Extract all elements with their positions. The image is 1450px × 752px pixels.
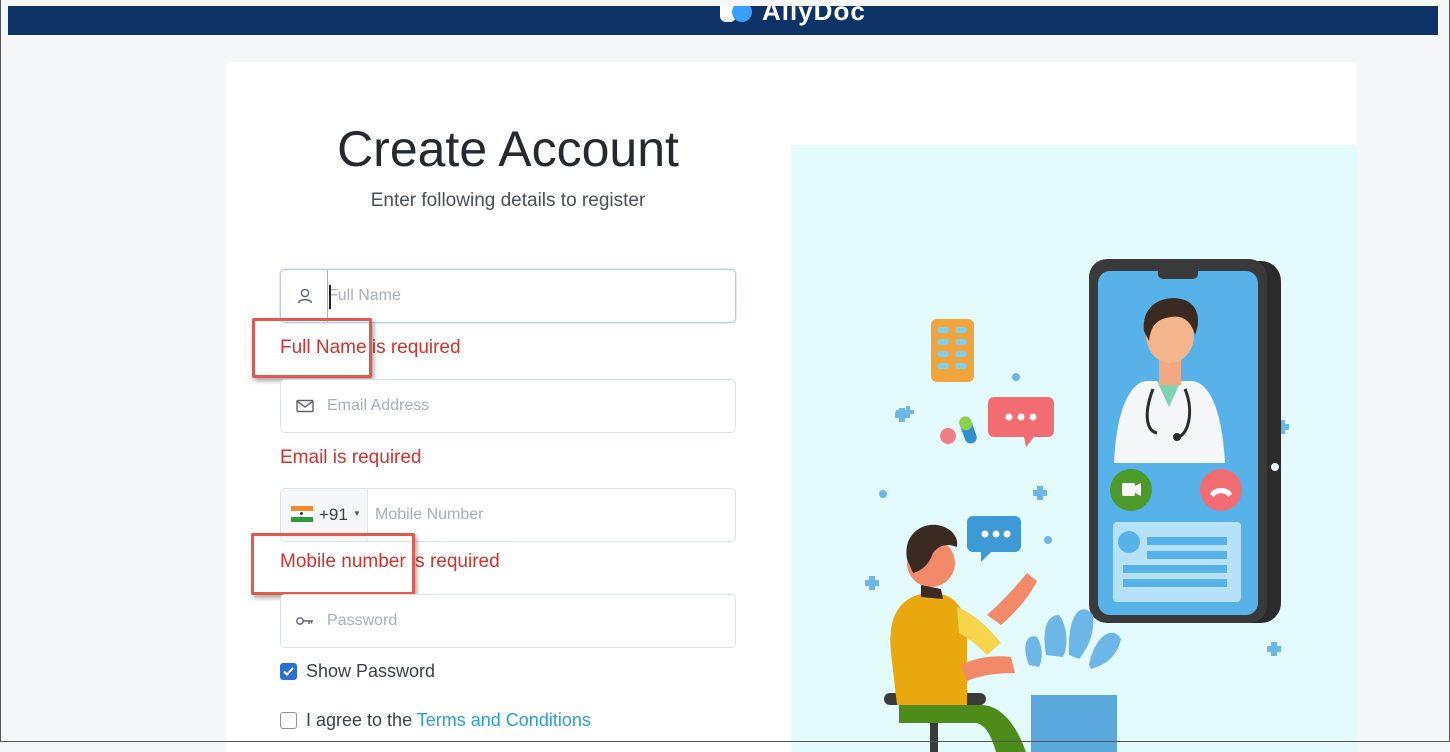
mobile-error: Mobile number is required [280,551,500,572]
show-password-row[interactable]: Show Password [280,661,435,682]
terms-label: I agree to the Terms and Conditions [306,710,591,731]
mobile-field[interactable]: +91 ▼ [280,488,736,542]
brand-name: AllyDoc [762,6,866,26]
india-flag-icon [291,506,313,522]
register-card: Create Account Enter following details t… [226,62,1357,752]
terms-prefix: I agree to the [306,710,417,730]
show-password-label: Show Password [306,661,436,681]
terms-checkbox[interactable] [280,712,297,729]
person-icon [295,286,315,306]
full-name-error: Full Name is required [280,337,461,358]
page-title: Create Account [337,121,679,177]
mobile-input[interactable] [375,489,725,541]
divider [367,489,368,541]
show-password-checkbox[interactable] [280,663,297,680]
password-input[interactable] [327,595,725,647]
full-name-field[interactable] [280,269,736,323]
page-subtitle: Enter following details to register [370,190,646,211]
country-code: +91 [319,505,348,524]
telemedicine-illustration [791,145,1357,752]
terms-link[interactable]: Terms and Conditions [417,710,591,730]
terms-row[interactable]: I agree to the Terms and Conditions [280,710,591,731]
chevron-down-icon: ▼ [353,509,361,518]
envelope-icon [295,396,315,416]
top-navbar: AllyDoc [8,6,1438,35]
full-name-input[interactable] [327,270,725,322]
text-caret [329,285,331,309]
key-icon [295,611,315,631]
checkmark-icon [283,667,294,676]
password-field[interactable] [280,594,736,648]
email-field[interactable] [280,379,736,433]
email-error: Email is required [280,447,422,468]
illustration-svg [865,259,1289,752]
email-input[interactable] [327,380,725,432]
brand-logo[interactable]: AllyDoc [720,6,866,27]
logo-mark-icon [720,6,754,24]
